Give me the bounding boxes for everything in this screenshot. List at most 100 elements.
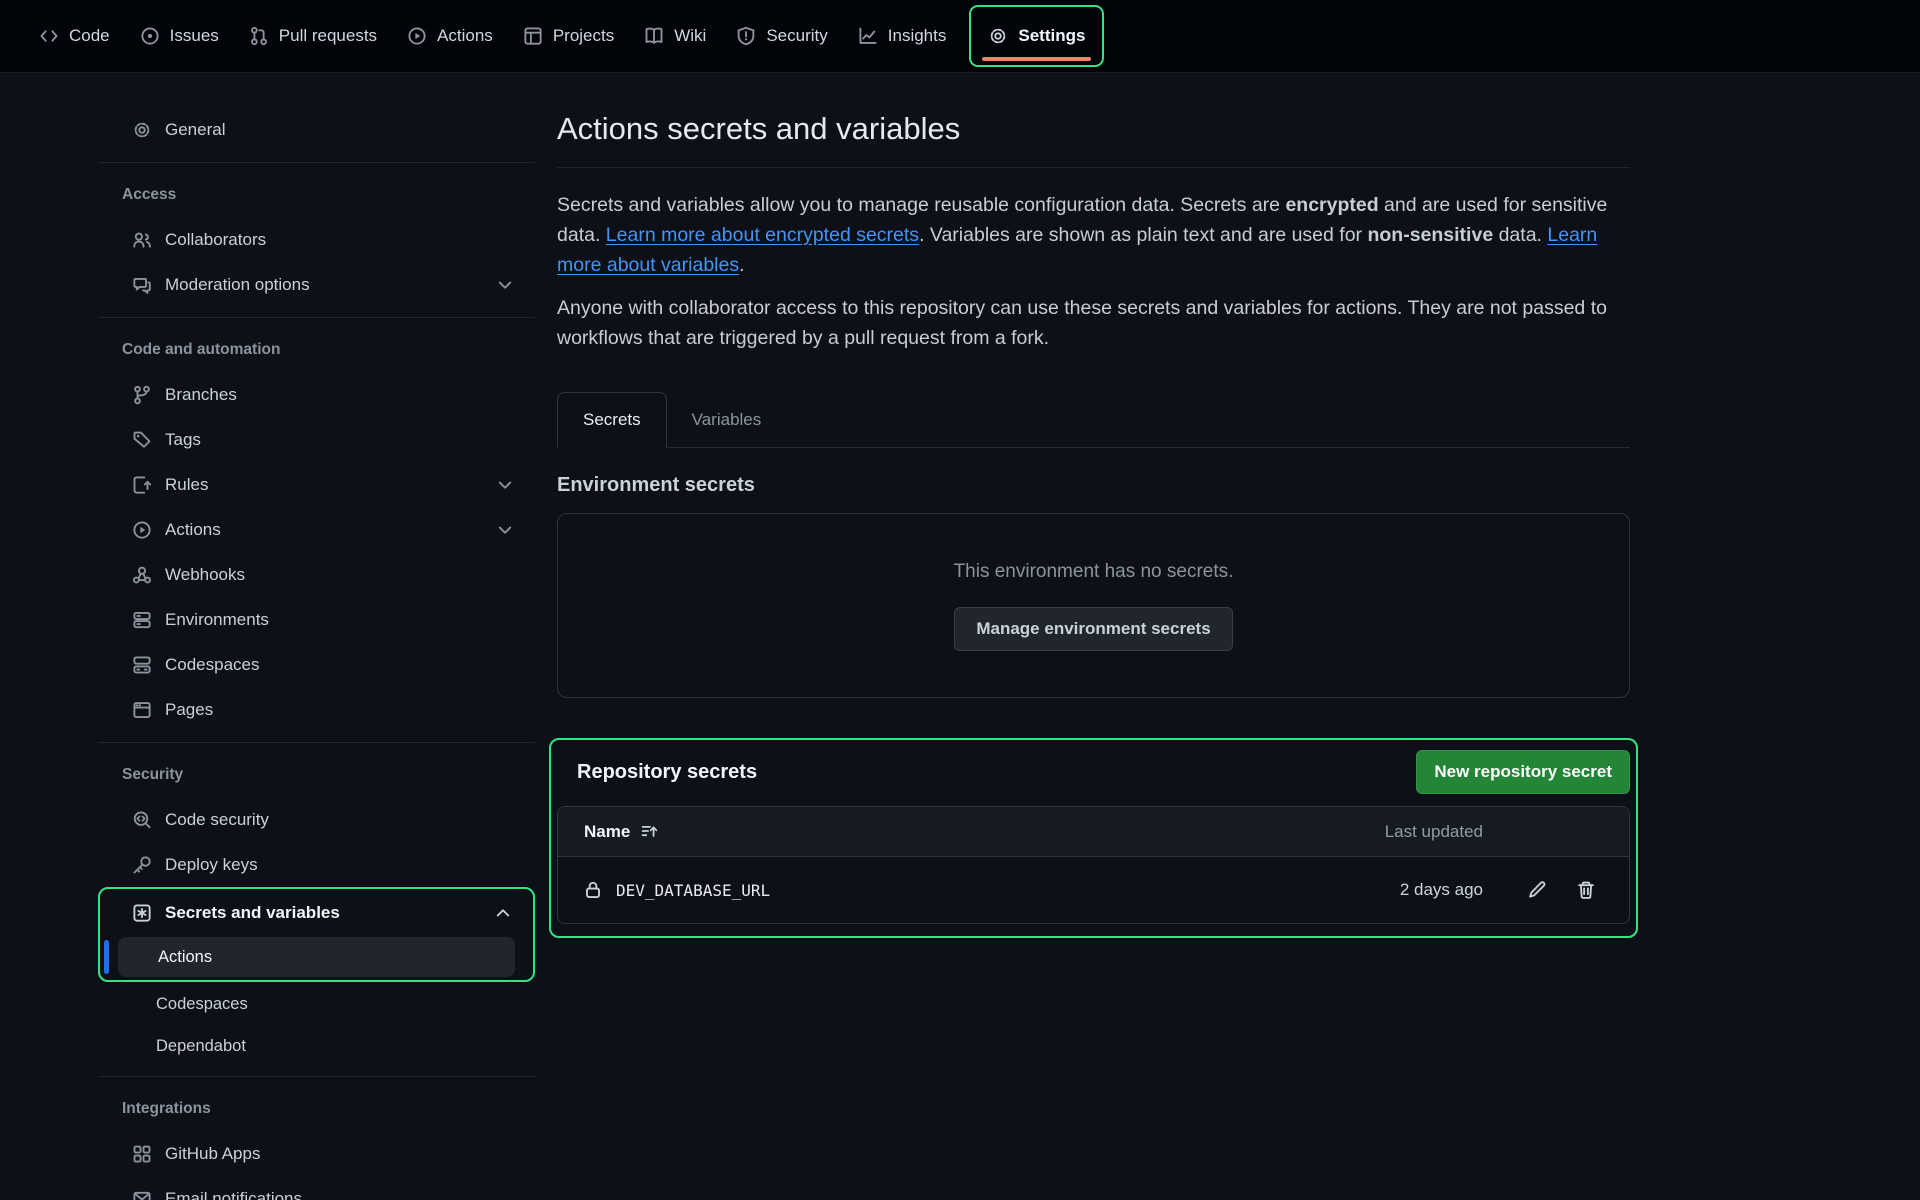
tab-secrets[interactable]: Secrets xyxy=(557,392,667,448)
nav-tab-issues[interactable]: Issues xyxy=(125,11,234,61)
nav-tab-code[interactable]: Code xyxy=(24,11,125,61)
trash-delete-icon[interactable] xyxy=(1576,880,1596,900)
sort-ascending-icon[interactable] xyxy=(640,822,659,841)
environment-empty-text: This environment has no secrets. xyxy=(954,561,1234,583)
environment-secrets-box: This environment has no secrets. Manage … xyxy=(557,513,1630,698)
sidebar-item-environments[interactable]: Environments xyxy=(98,597,535,642)
annotation-box-secrets-and-variables: Secrets and variables Actions xyxy=(98,887,535,982)
shield-icon xyxy=(736,26,756,46)
code-icon xyxy=(39,26,59,46)
settings-content: Actions secrets and variables Secrets an… xyxy=(557,73,1630,938)
sidebar-item-branches[interactable]: Branches xyxy=(98,372,535,417)
nav-tab-security[interactable]: Security xyxy=(721,11,842,61)
intro-bold-encrypted: encrypted xyxy=(1285,194,1378,216)
sidebar-item-environments-label: Environments xyxy=(165,610,269,630)
sidebar-item-code-security[interactable]: Code security xyxy=(98,797,535,842)
sidebar-item-secrets-and-variables-label: Secrets and variables xyxy=(165,903,340,923)
intro-paragraph: Secrets and variables allow you to manag… xyxy=(557,190,1630,280)
nav-tab-issues-label: Issues xyxy=(170,26,219,46)
chevron-down-icon[interactable] xyxy=(495,275,515,295)
intro-bold-non-sensitive: non-sensitive xyxy=(1367,224,1493,246)
settings-sidebar: General Access Collaborators Moderation … xyxy=(98,73,535,1200)
comment-discussion-icon xyxy=(132,275,152,295)
sidebar-item-moderation-options-label: Moderation options xyxy=(165,275,310,295)
secrets-variables-tabs: Secrets Variables xyxy=(557,393,1630,448)
sidebar-item-email-notifications-label: Email notifications xyxy=(165,1189,302,1200)
gear-icon xyxy=(132,120,152,140)
sidebar-subitem-actions-label: Actions xyxy=(158,948,212,967)
intro-text-1: Secrets and variables allow you to manag… xyxy=(557,194,1285,216)
sidebar-section-code-and-automation: Code and automation xyxy=(98,328,535,372)
git-pull-request-icon xyxy=(249,26,269,46)
sidebar-subitem-dependabot-label: Dependabot xyxy=(156,1037,246,1056)
intro-text-4: data. xyxy=(1493,224,1547,246)
sidebar-item-email-notifications[interactable]: Email notifications xyxy=(98,1176,535,1200)
apps-grid-icon xyxy=(132,1144,152,1164)
tab-variables[interactable]: Variables xyxy=(667,393,787,447)
repo-nav: Code Issues Pull requests Actions Projec… xyxy=(0,0,1920,73)
link-learn-encrypted-secrets[interactable]: Learn more about encrypted secrets xyxy=(606,224,919,246)
page-title: Actions secrets and variables xyxy=(557,109,1630,149)
project-table-icon xyxy=(523,26,543,46)
last-updated-column-header: Last updated xyxy=(1339,822,1509,842)
play-icon xyxy=(407,26,427,46)
play-icon xyxy=(132,520,152,540)
webhook-icon xyxy=(132,565,152,585)
sidebar-subitem-codespaces[interactable]: Codespaces xyxy=(116,984,517,1024)
annotation-box-repository-secrets: Repository secrets New repository secret… xyxy=(549,738,1638,938)
chevron-down-icon[interactable] xyxy=(495,475,515,495)
sidebar-item-github-apps[interactable]: GitHub Apps xyxy=(98,1131,535,1176)
intro-text-5: . xyxy=(739,254,744,276)
nav-tab-insights[interactable]: Insights xyxy=(843,11,962,61)
sidebar-item-secrets-and-variables[interactable]: Secrets and variables xyxy=(100,890,533,935)
sidebar-item-collaborators[interactable]: Collaborators xyxy=(98,217,535,262)
sidebar-item-moderation-options[interactable]: Moderation options xyxy=(98,262,535,307)
nav-tab-insights-label: Insights xyxy=(888,26,947,46)
sidebar-subitem-actions[interactable]: Actions xyxy=(118,937,515,977)
sidebar-item-rules-label: Rules xyxy=(165,475,208,495)
table-row: DEV_DATABASE_URL 2 days ago xyxy=(558,857,1629,923)
sidebar-item-webhooks[interactable]: Webhooks xyxy=(98,552,535,597)
sidebar-item-pages[interactable]: Pages xyxy=(98,687,535,732)
sidebar-subitem-codespaces-label: Codespaces xyxy=(156,995,248,1014)
sidebar-item-tags[interactable]: Tags xyxy=(98,417,535,462)
environment-secrets-heading: Environment secrets xyxy=(557,474,1630,497)
name-column-header[interactable]: Name xyxy=(558,822,1339,842)
graph-icon xyxy=(858,26,878,46)
sidebar-item-deploy-keys[interactable]: Deploy keys xyxy=(98,842,535,887)
sidebar-item-code-security-label: Code security xyxy=(165,810,269,830)
secret-name: DEV_DATABASE_URL xyxy=(616,881,770,900)
nav-tab-settings[interactable]: Settings xyxy=(969,5,1104,67)
collaborator-access-paragraph: Anyone with collaborator access to this … xyxy=(557,293,1630,353)
active-tab-underline xyxy=(982,57,1091,61)
sidebar-item-tags-label: Tags xyxy=(165,430,201,450)
nav-tab-pull-requests-label: Pull requests xyxy=(279,26,377,46)
browser-icon xyxy=(132,700,152,720)
chevron-down-icon[interactable] xyxy=(495,520,515,540)
nav-tab-settings-label: Settings xyxy=(1018,26,1085,46)
sidebar-item-pages-label: Pages xyxy=(165,700,213,720)
sidebar-subitem-dependabot[interactable]: Dependabot xyxy=(116,1026,517,1066)
nav-tab-actions[interactable]: Actions xyxy=(392,11,508,61)
divider xyxy=(98,742,535,743)
chevron-up-icon[interactable] xyxy=(493,903,513,923)
nav-tab-security-label: Security xyxy=(766,26,827,46)
pencil-edit-icon[interactable] xyxy=(1527,880,1547,900)
sidebar-item-codespaces[interactable]: Codespaces xyxy=(98,642,535,687)
sidebar-item-general[interactable]: General xyxy=(98,107,535,152)
sidebar-item-actions[interactable]: Actions xyxy=(98,507,535,552)
people-icon xyxy=(132,230,152,250)
nav-tab-actions-label: Actions xyxy=(437,26,493,46)
sidebar-section-security: Security xyxy=(98,753,535,797)
repository-secrets-table: Name Last updated DEV_DATABASE_URL 2 day… xyxy=(557,806,1630,924)
manage-environment-secrets-button[interactable]: Manage environment secrets xyxy=(954,607,1232,651)
sidebar-item-branches-label: Branches xyxy=(165,385,237,405)
sidebar-item-rules[interactable]: Rules xyxy=(98,462,535,507)
book-icon xyxy=(644,26,664,46)
sidebar-item-github-apps-label: GitHub Apps xyxy=(165,1144,260,1164)
new-repository-secret-button[interactable]: New repository secret xyxy=(1416,750,1630,794)
lock-icon xyxy=(583,880,603,900)
nav-tab-pull-requests[interactable]: Pull requests xyxy=(234,11,392,61)
nav-tab-wiki[interactable]: Wiki xyxy=(629,11,721,61)
nav-tab-projects[interactable]: Projects xyxy=(508,11,629,61)
